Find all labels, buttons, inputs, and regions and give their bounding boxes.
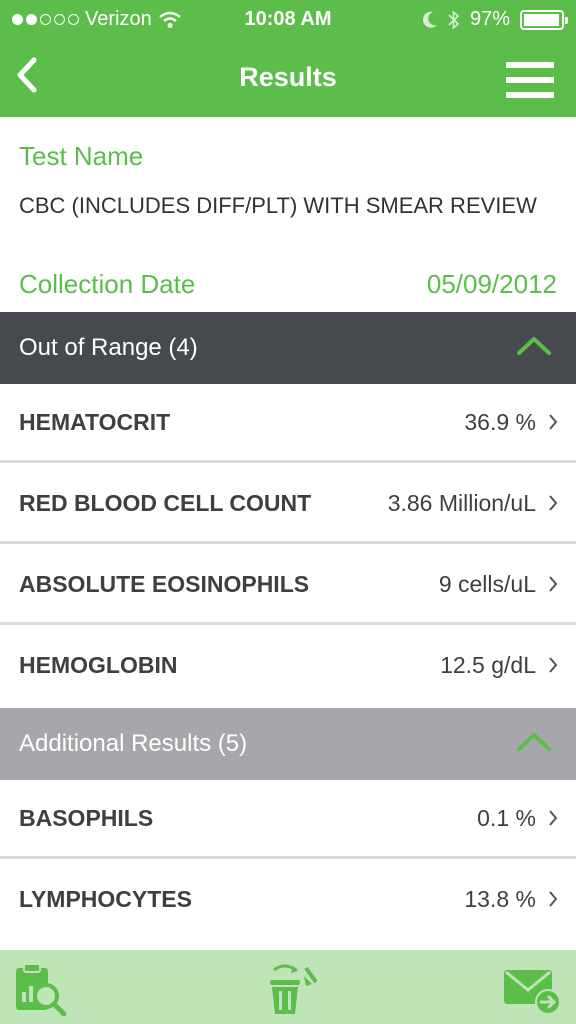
footer-toolbar: [0, 950, 576, 1024]
battery-icon: [520, 9, 568, 30]
battery-fill: [524, 13, 559, 26]
section-title: Out of Range (4): [19, 334, 198, 361]
trash-icon[interactable]: [258, 962, 318, 1016]
chevron-right-icon: [549, 891, 558, 907]
nav-bar: Results: [0, 40, 576, 117]
result-row[interactable]: ABSOLUTE EOSINOPHILS 9 cells/uL: [0, 546, 576, 625]
chevron-right-icon: [549, 495, 558, 511]
result-name: LYMPHOCYTES: [19, 886, 192, 912]
result-name: HEMATOCRIT: [19, 409, 171, 435]
result-value: 3.86 Million/uL: [387, 490, 536, 516]
out-of-range-header[interactable]: Out of Range (4): [0, 312, 576, 384]
menu-line: [506, 92, 554, 98]
collection-date-label: Collection Date: [19, 269, 196, 299]
result-value: 13.8 %: [464, 886, 536, 912]
section-title: Additional Results (5): [19, 730, 248, 757]
result-name: ABSOLUTE EOSINOPHILS: [19, 571, 310, 597]
result-name: BASOPHILS: [19, 805, 154, 831]
chevron-right-icon: [549, 414, 558, 430]
result-value: 9 cells/uL: [438, 571, 536, 597]
result-row[interactable]: RED BLOOD CELL COUNT 3.86 Million/uL: [0, 465, 576, 544]
chevron-right-icon: [549, 657, 558, 673]
result-row[interactable]: HEMATOCRIT 36.9 %: [0, 384, 576, 463]
chevron-right-icon: [549, 576, 558, 592]
moon-icon: [422, 11, 437, 28]
chevron-up-icon[interactable]: [516, 730, 552, 754]
test-name-label: Test Name: [19, 141, 144, 171]
result-row[interactable]: HEMOGLOBIN 12.5 g/dL: [0, 627, 576, 708]
menu-line: [506, 62, 554, 68]
result-row[interactable]: LYMPHOCYTES 13.8 %: [0, 861, 576, 950]
clipboard-search-icon[interactable]: [12, 962, 72, 1016]
test-name: CBC (INCLUDES DIFF/PLT) WITH SMEAR REVIE…: [19, 193, 537, 218]
result-name: HEMOGLOBIN: [19, 652, 178, 678]
collection-date: 05/09/2012: [426, 269, 557, 299]
result-name: RED BLOOD CELL COUNT: [19, 490, 312, 516]
result-value: 12.5 g/dL: [440, 652, 536, 678]
menu-line: [506, 77, 554, 83]
test-info: Test Name CBC (INCLUDES DIFF/PLT) WITH S…: [0, 117, 576, 312]
status-right: 97%: [422, 8, 568, 31]
hamburger-menu-icon[interactable]: [506, 62, 554, 100]
page-title: Results: [239, 62, 337, 92]
app-header: Verizon 10:08 AM 97% Results: [0, 0, 576, 117]
chevron-up-icon[interactable]: [516, 334, 552, 358]
result-row[interactable]: BASOPHILS 0.1 %: [0, 780, 576, 859]
status-bar: Verizon 10:08 AM 97%: [0, 0, 576, 40]
bluetooth-icon: [448, 9, 460, 30]
chevron-right-icon: [549, 810, 558, 826]
result-value: 36.9 %: [464, 409, 536, 435]
email-forward-icon[interactable]: [502, 962, 562, 1016]
battery-percent: 97%: [469, 8, 510, 30]
additional-results-header[interactable]: Additional Results (5): [0, 708, 576, 780]
result-value: 0.1 %: [477, 805, 536, 831]
